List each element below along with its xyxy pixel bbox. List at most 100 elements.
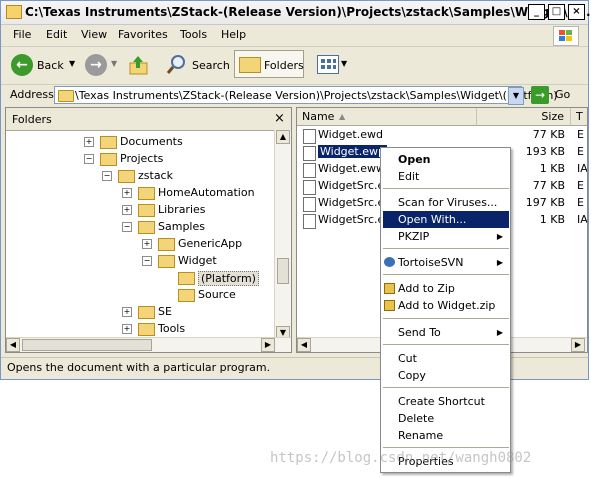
- tree-item[interactable]: − Widget: [6, 253, 274, 269]
- file-icon: [303, 146, 316, 161]
- collapse-icon[interactable]: −: [102, 171, 112, 181]
- collapse-icon[interactable]: −: [122, 222, 132, 232]
- ctx-send-to[interactable]: Send To ▶: [383, 324, 509, 341]
- ctx-rename[interactable]: Rename: [383, 427, 509, 444]
- tree-item[interactable]: − Projects: [6, 151, 274, 167]
- ctx-add-to-zip[interactable]: Add to Zip: [383, 280, 509, 297]
- folders-horizontal-scrollbar[interactable]: ◀ ▶: [6, 337, 291, 352]
- tree-item[interactable]: + HomeAutomation: [6, 185, 274, 201]
- ctx-separator: [383, 318, 509, 319]
- tree-item[interactable]: + SE: [6, 304, 274, 320]
- file-type: E: [577, 145, 584, 158]
- back-button-label[interactable]: Back: [37, 59, 64, 72]
- address-input[interactable]: \Texas Instruments\ZStack-(Release Versi…: [54, 86, 558, 104]
- tree-item[interactable]: + Tools: [6, 321, 274, 337]
- file-icon: [303, 129, 316, 144]
- ctx-create-shortcut[interactable]: Create Shortcut: [383, 393, 509, 410]
- tree-item[interactable]: + GenericApp: [6, 236, 274, 252]
- ctx-open-with[interactable]: Open With...: [383, 211, 509, 228]
- scroll-thumb[interactable]: [277, 258, 289, 284]
- watermark: https://blog.csdn.net/wangh0802: [270, 450, 532, 466]
- file-type: IA: [577, 162, 588, 175]
- toolbar: ← Back ▼ → ▼ Search Folders ▼: [1, 46, 588, 85]
- forward-arrow-icon[interactable]: →: [85, 54, 107, 76]
- column-header-size[interactable]: Size: [477, 108, 571, 126]
- ctx-pkzip[interactable]: PKZIP ▶: [383, 228, 509, 245]
- file-name: Widget.ewd: [318, 128, 383, 141]
- menu-edit[interactable]: Edit: [46, 28, 67, 41]
- title-bar[interactable]: C:\Texas Instruments\ZStack-(Release Ver…: [1, 1, 591, 25]
- ctx-cut[interactable]: Cut: [383, 350, 509, 367]
- scroll-right-icon[interactable]: ▶: [261, 338, 275, 352]
- ctx-open[interactable]: Open: [383, 151, 509, 168]
- submenu-arrow-icon: ▶: [496, 258, 503, 267]
- ctx-tortoisesvn[interactable]: TortoiseSVN ▶: [383, 254, 509, 271]
- tree-item-label: (Platform): [198, 271, 259, 286]
- hscroll-thumb[interactable]: [22, 339, 152, 351]
- tree-item-label: GenericApp: [178, 237, 243, 250]
- views-icon[interactable]: [317, 55, 339, 74]
- scroll-up-icon[interactable]: ▲: [276, 130, 290, 144]
- tree-item[interactable]: + Libraries: [6, 202, 274, 218]
- tree-item[interactable]: − Samples: [6, 219, 274, 235]
- ctx-delete[interactable]: Delete: [383, 410, 509, 427]
- views-dropdown-icon[interactable]: ▼: [341, 59, 347, 68]
- tree-item-label: Projects: [120, 152, 164, 165]
- file-type: E: [577, 128, 584, 141]
- expand-icon[interactable]: +: [122, 324, 132, 334]
- search-icon[interactable]: [166, 53, 188, 75]
- expand-icon[interactable]: +: [122, 205, 132, 215]
- menu-tools[interactable]: Tools: [180, 28, 207, 41]
- collapse-icon[interactable]: −: [84, 154, 94, 164]
- file-type: E: [577, 196, 584, 209]
- minimize-button[interactable]: _: [528, 4, 545, 20]
- folder-icon: [138, 323, 155, 336]
- expand-icon[interactable]: +: [122, 188, 132, 198]
- ctx-scan-viruses[interactable]: Scan for Viruses...: [383, 194, 509, 211]
- column-header-type[interactable]: T: [571, 108, 587, 126]
- ctx-add-to-widget-zip[interactable]: Add to Widget.zip: [383, 297, 509, 314]
- tree-item[interactable]: (Platform): [6, 270, 274, 286]
- ctx-edit[interactable]: Edit: [383, 168, 509, 185]
- close-button[interactable]: ×: [568, 4, 585, 20]
- go-arrow-icon[interactable]: →: [531, 86, 549, 104]
- menu-bar: File Edit View Favorites Tools Help: [1, 24, 588, 47]
- window-title: C:\Texas Instruments\ZStack-(Release Ver…: [25, 5, 591, 19]
- scroll-left-icon[interactable]: ◀: [6, 338, 20, 352]
- menu-view[interactable]: View: [81, 28, 107, 41]
- folders-pane-close-icon[interactable]: ×: [274, 111, 285, 126]
- forward-dropdown-icon[interactable]: ▼: [111, 59, 117, 68]
- collapse-icon[interactable]: −: [142, 256, 152, 266]
- address-dropdown-icon[interactable]: ▼: [508, 87, 524, 105]
- folders-vertical-scrollbar[interactable]: ▲ ▼: [274, 130, 291, 340]
- file-icon: [303, 163, 316, 178]
- menu-favorites[interactable]: Favorites: [118, 28, 168, 41]
- expand-icon[interactable]: +: [142, 239, 152, 249]
- tree-item-label: Samples: [158, 220, 205, 233]
- menu-help[interactable]: Help: [221, 28, 246, 41]
- folders-button[interactable]: Folders: [234, 50, 304, 78]
- menu-file[interactable]: File: [13, 28, 31, 41]
- ctx-rename-label: Rename: [398, 429, 444, 442]
- tree-item[interactable]: Source: [6, 287, 274, 303]
- windows-logo-icon: [553, 26, 579, 46]
- go-button-label[interactable]: Go: [555, 88, 570, 101]
- file-row[interactable]: Widget.ewd 77 KB E: [297, 127, 587, 144]
- expand-icon[interactable]: +: [84, 137, 94, 147]
- tree-item[interactable]: − zstack: [6, 168, 274, 184]
- back-arrow-icon[interactable]: ←: [11, 54, 33, 76]
- up-folder-icon[interactable]: [129, 54, 149, 76]
- tree-item[interactable]: + Documents: [6, 134, 274, 150]
- column-header-name[interactable]: Name ▲: [297, 108, 477, 126]
- file-scroll-right-icon[interactable]: ▶: [571, 338, 585, 352]
- search-button-label[interactable]: Search: [192, 59, 230, 72]
- ctx-copy[interactable]: Copy: [383, 367, 509, 384]
- folder-icon: [138, 221, 155, 234]
- ctx-tortoisesvn-label: TortoiseSVN: [398, 256, 464, 269]
- expand-icon[interactable]: +: [122, 307, 132, 317]
- submenu-arrow-icon: ▶: [496, 232, 503, 241]
- file-scroll-left-icon[interactable]: ◀: [297, 338, 311, 352]
- address-bar: Address \Texas Instruments\ZStack-(Relea…: [1, 84, 588, 106]
- back-dropdown-icon[interactable]: ▼: [69, 59, 75, 68]
- maximize-button[interactable]: □: [548, 4, 565, 20]
